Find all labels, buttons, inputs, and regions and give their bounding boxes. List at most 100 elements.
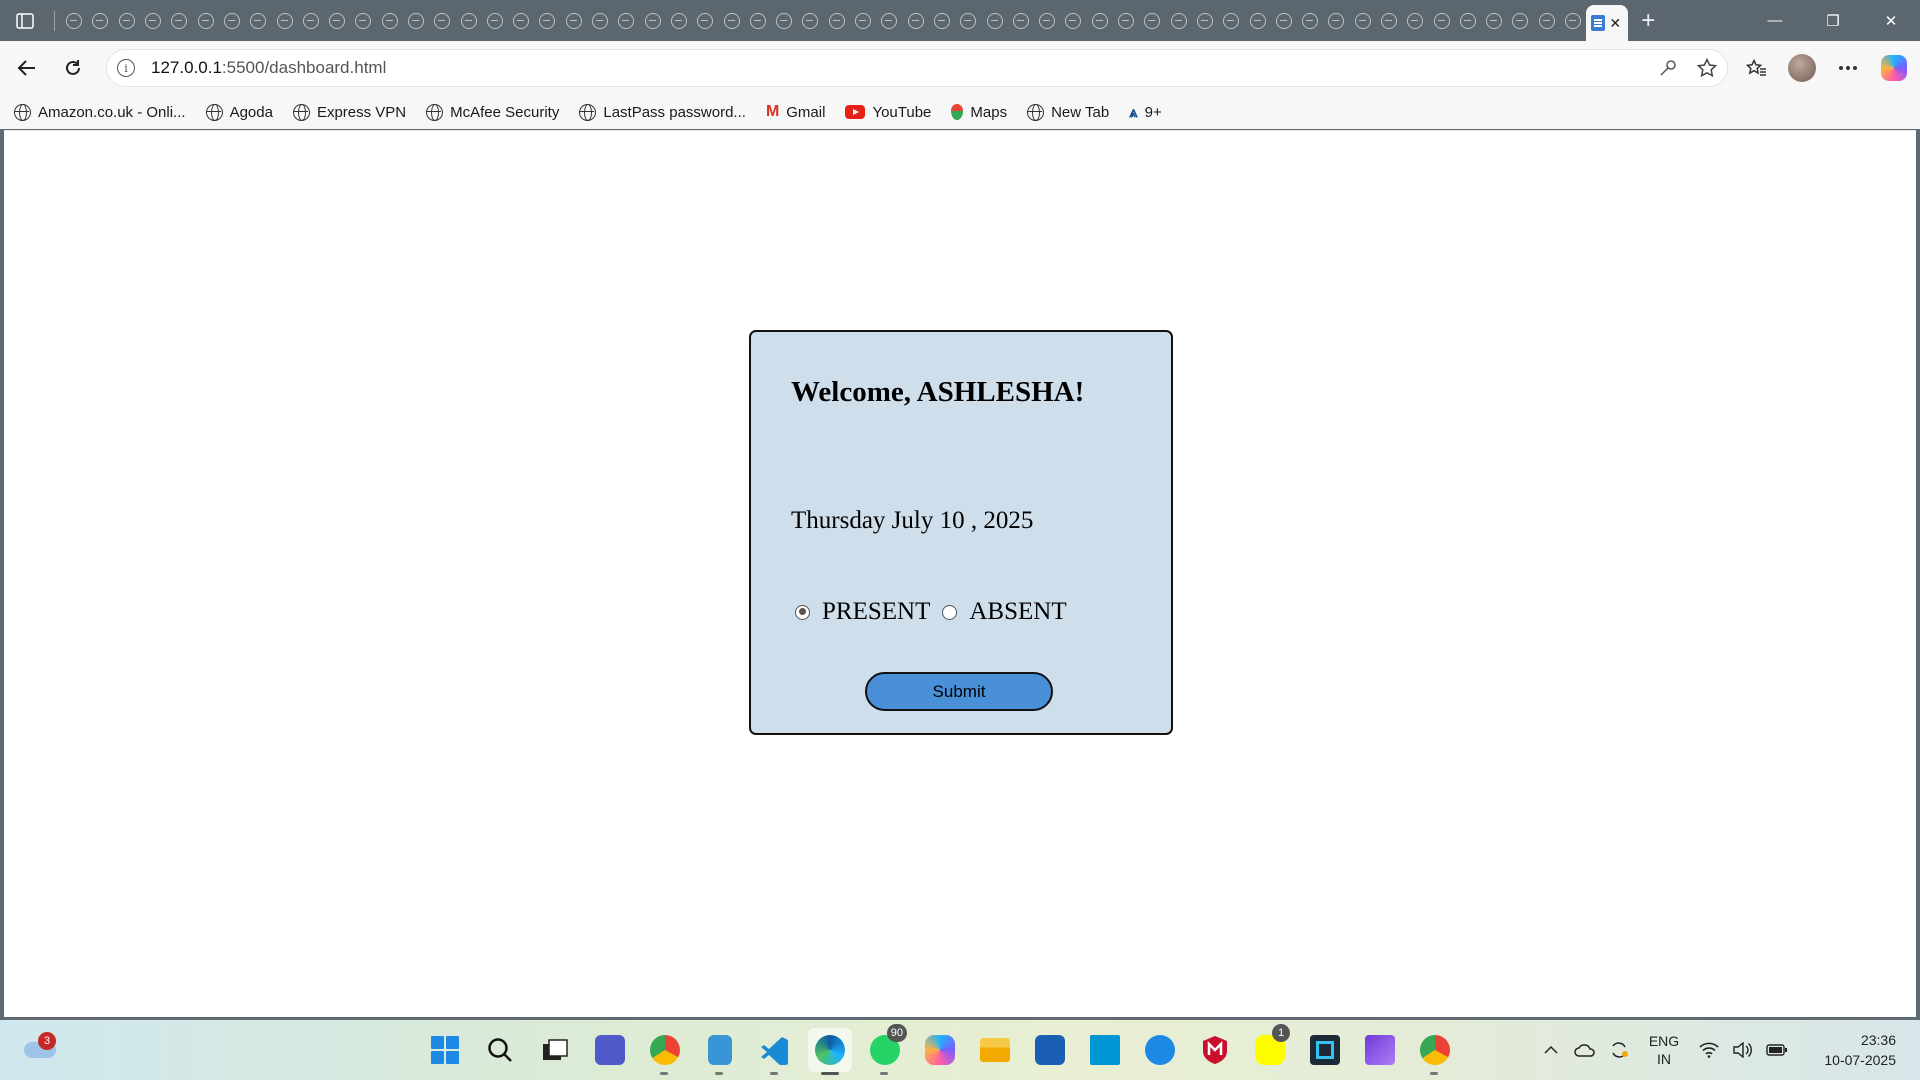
password-key-icon[interactable]	[1659, 59, 1677, 77]
browser-tab[interactable]	[1165, 0, 1191, 41]
start-button[interactable]	[423, 1028, 467, 1072]
browser-tab[interactable]	[1534, 0, 1560, 41]
active-tab[interactable]: ✕	[1586, 5, 1629, 41]
browser-tab[interactable]	[114, 0, 140, 41]
browser-tab[interactable]	[903, 0, 929, 41]
browser-tab[interactable]	[377, 0, 403, 41]
clock[interactable]: 23:36 10-07-2025	[1806, 1030, 1896, 1070]
browser-tab[interactable]	[482, 0, 508, 41]
browser-tab[interactable]	[587, 0, 613, 41]
volume-button[interactable]	[1726, 1042, 1760, 1058]
new-tab-button[interactable]: +	[1628, 0, 1668, 41]
browser-tab[interactable]	[745, 0, 771, 41]
browser-tab[interactable]	[166, 0, 192, 41]
bookmark-item[interactable]: McAfee Security	[426, 103, 559, 121]
address-bar[interactable]: i 127.0.0.1:5500/dashboard.html	[106, 49, 1728, 87]
browser-tab[interactable]	[1323, 0, 1349, 41]
browser-tab[interactable]	[561, 0, 587, 41]
browser-tab[interactable]	[508, 0, 534, 41]
browser-tab[interactable]	[1139, 0, 1165, 41]
profile-button[interactable]	[1784, 50, 1820, 86]
browser-tab[interactable]	[640, 0, 666, 41]
snapchat-app[interactable]: 1	[1248, 1024, 1292, 1072]
bookmark-item[interactable]: Agoda	[205, 103, 273, 121]
reload-button[interactable]	[50, 50, 96, 86]
task-view-button[interactable]	[533, 1028, 577, 1072]
browser-tab[interactable]	[1428, 0, 1454, 41]
more-menu-button[interactable]	[1830, 50, 1866, 86]
present-radio[interactable]	[795, 604, 810, 620]
browser-tab[interactable]	[797, 0, 823, 41]
absent-radio[interactable]	[942, 604, 958, 620]
browser-tab[interactable]	[61, 0, 87, 41]
close-window-button[interactable]: ✕	[1862, 0, 1920, 41]
browser-tab[interactable]	[1113, 0, 1139, 41]
browser-tab[interactable]	[1192, 0, 1218, 41]
sync-tray-button[interactable]	[1602, 1040, 1636, 1060]
present-label[interactable]: PRESENT	[822, 598, 930, 626]
browser-tab[interactable]	[1060, 0, 1086, 41]
minimize-button[interactable]: —	[1746, 0, 1804, 41]
browser-tab[interactable]	[192, 0, 218, 41]
browser-tab[interactable]	[1218, 0, 1244, 41]
weather-widget[interactable]: 3	[24, 1032, 58, 1062]
restore-button[interactable]: ❐	[1804, 0, 1862, 41]
myhp-app[interactable]	[1083, 1028, 1127, 1072]
browser-tab[interactable]	[403, 0, 429, 41]
browser-tab[interactable]	[876, 0, 902, 41]
store-app[interactable]	[1028, 1028, 1072, 1072]
bookmark-item[interactable]: Express VPN	[292, 103, 406, 121]
browser-tab[interactable]	[1244, 0, 1270, 41]
bookmark-item[interactable]: New Tab	[1027, 103, 1109, 121]
browser-tab[interactable]	[1034, 0, 1060, 41]
browser-tab[interactable]	[140, 0, 166, 41]
submit-button[interactable]: Submit	[865, 672, 1053, 711]
search-button[interactable]	[478, 1028, 522, 1072]
browser-tab[interactable]	[1455, 0, 1481, 41]
copilot-button[interactable]	[1876, 50, 1912, 86]
browser-tab[interactable]	[613, 0, 639, 41]
favorite-star-icon[interactable]	[1697, 58, 1717, 78]
chrome-profile-app[interactable]	[643, 1028, 687, 1075]
bookmark-item[interactable]: Maps	[951, 104, 1007, 121]
browser-tab[interactable]	[1008, 0, 1034, 41]
onedrive-tray-button[interactable]	[1568, 1042, 1602, 1058]
tab-actions-button[interactable]	[0, 0, 50, 41]
browser-tab[interactable]	[324, 0, 350, 41]
browser-tab[interactable]	[87, 0, 113, 41]
url-text[interactable]: 127.0.0.1:5500/dashboard.html	[151, 58, 386, 78]
browser-tab[interactable]	[429, 0, 455, 41]
show-hidden-icons-button[interactable]	[1534, 1045, 1568, 1055]
browser-tab[interactable]	[245, 0, 271, 41]
browser-tab[interactable]	[271, 0, 297, 41]
browser-tab[interactable]	[1507, 0, 1533, 41]
battery-button[interactable]	[1760, 1044, 1794, 1056]
bookmark-item[interactable]: ⩓ 9+	[1129, 104, 1162, 121]
browser-tab[interactable]	[692, 0, 718, 41]
browser-tab[interactable]	[718, 0, 744, 41]
wifi-button[interactable]	[1692, 1042, 1726, 1058]
chrome-app[interactable]	[1413, 1028, 1457, 1075]
bookmark-item[interactable]: Amazon.co.uk - Onli...	[14, 103, 186, 121]
browser-tab[interactable]	[1402, 0, 1428, 41]
browser-tab[interactable]	[455, 0, 481, 41]
browser-tab[interactable]	[1560, 0, 1586, 41]
help-app[interactable]	[1138, 1028, 1182, 1072]
favorites-button[interactable]	[1738, 50, 1774, 86]
back-button[interactable]	[4, 50, 50, 86]
browser-tab[interactable]	[850, 0, 876, 41]
browser-tab[interactable]	[1297, 0, 1323, 41]
browser-tab[interactable]	[1350, 0, 1376, 41]
bookmark-item[interactable]: M Gmail	[766, 103, 826, 121]
language-indicator[interactable]: ENG IN	[1636, 1032, 1692, 1068]
close-tab-button[interactable]: ✕	[1607, 15, 1623, 32]
bookmark-item[interactable]: YouTube	[845, 104, 931, 121]
browser-tab[interactable]	[955, 0, 981, 41]
browser-tab[interactable]	[1271, 0, 1297, 41]
vscode-app[interactable]	[753, 1028, 797, 1075]
browser-tab[interactable]	[1376, 0, 1402, 41]
edge-app[interactable]	[808, 1028, 852, 1075]
copilot-app[interactable]	[918, 1028, 962, 1072]
browser-tab[interactable]	[824, 0, 850, 41]
browser-tab[interactable]	[534, 0, 560, 41]
